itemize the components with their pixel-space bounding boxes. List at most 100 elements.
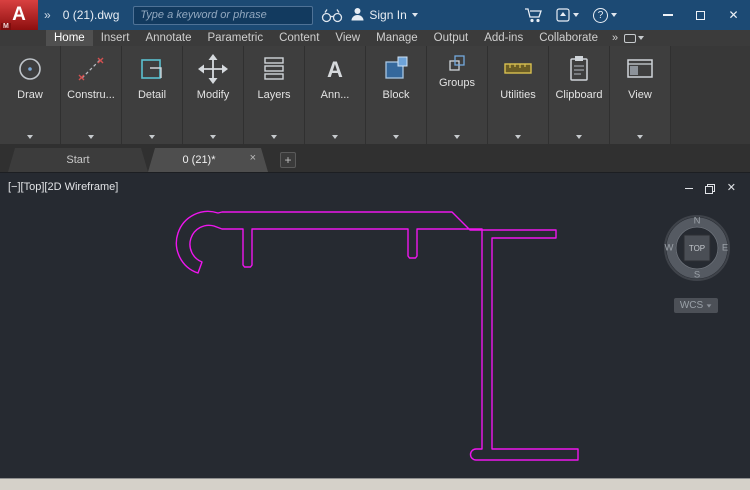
tab-manage[interactable]: Manage (368, 30, 426, 46)
ribbon-panel-draw: Draw (0, 46, 61, 144)
close-button[interactable]: ✕ (717, 0, 750, 30)
tab-collaborate[interactable]: Collaborate (531, 30, 606, 46)
tab-content[interactable]: Content (271, 30, 327, 46)
ribbon-tab-bar: Home Insert Annotate Parametric Content … (0, 30, 750, 46)
annotation-panel-flyout[interactable] (305, 129, 365, 144)
search-binoculars-icon[interactable] (321, 8, 343, 23)
chevron-down-icon (576, 134, 582, 139)
minimize-button[interactable] (651, 0, 684, 30)
ribbon-display-toggle[interactable] (624, 33, 645, 43)
chevron-down-icon (88, 134, 94, 139)
wcs-label: WCS (679, 300, 704, 311)
file-tab-current[interactable]: 0 (21)* × (148, 148, 268, 172)
viewcube-top-label[interactable]: TOP (689, 244, 705, 253)
ribbon-empty-space (671, 46, 750, 144)
drawing-viewport (175, 210, 579, 461)
annotation-panel-label: Ann... (320, 89, 350, 101)
app-menu-button[interactable]: A M (0, 0, 38, 30)
clipboard-panel-button[interactable]: Clipboard (549, 46, 609, 129)
exchange-apps-button[interactable] (556, 8, 579, 22)
help-button[interactable]: ? (593, 7, 617, 23)
sign-in-button[interactable]: Sign In (351, 7, 418, 24)
viewcube-north[interactable]: N (694, 216, 701, 227)
tab-home[interactable]: Home (46, 30, 93, 46)
tab-parametric[interactable]: Parametric (200, 30, 272, 46)
viewport-close-button[interactable]: ✕ (727, 183, 736, 194)
clipboard-panel-flyout[interactable] (549, 129, 609, 144)
ribbon-panel-annotation: A Ann... (305, 46, 366, 144)
ribbon-panel-view: View (610, 46, 671, 144)
detail-panel-button[interactable]: Detail (122, 46, 182, 129)
viewport-menu-control[interactable]: [−] (8, 181, 21, 193)
ribbon-tabs-overflow-button[interactable]: » (612, 32, 618, 44)
viewcube-south[interactable]: S (694, 270, 700, 281)
autocad-window: A M » 0 (21).dwg Sign In (0, 0, 750, 490)
layers-icon (257, 52, 291, 86)
tab-output[interactable]: Output (426, 30, 477, 46)
viewport-restore-icon (704, 183, 715, 194)
layers-panel-button[interactable]: Layers (244, 46, 304, 129)
bottom-scrollbar-area[interactable] (0, 478, 750, 490)
annotation-panel-button[interactable]: A Ann... (305, 46, 365, 129)
app-logo-m-badge: M (1, 23, 11, 30)
quick-access-overflow-button[interactable]: » (44, 8, 51, 22)
block-icon (379, 52, 413, 86)
file-tab-start[interactable]: Start (8, 148, 148, 172)
minimize-icon (662, 14, 673, 16)
layers-panel-flyout[interactable] (244, 129, 304, 144)
viewcube[interactable]: N W E S TOP (657, 206, 737, 292)
close-tab-icon[interactable]: × (250, 152, 256, 164)
draw-panel-flyout[interactable] (0, 129, 60, 144)
construction-panel-button[interactable]: Constru... (61, 46, 121, 129)
maximize-button[interactable] (684, 0, 717, 30)
chevron-down-icon (27, 134, 33, 139)
clipboard-icon (562, 52, 596, 86)
modify-panel-button[interactable]: Modify (183, 46, 243, 129)
draw-panel-button[interactable]: Draw (0, 46, 60, 129)
layers-panel-label: Layers (257, 89, 291, 101)
viewport-view-control[interactable]: [Top] (21, 181, 45, 193)
ribbon-panel-detail: Detail (122, 46, 183, 144)
construction-panel-flyout[interactable] (61, 129, 121, 144)
chevron-down-icon (149, 134, 155, 139)
viewport-visual-style-control[interactable]: [2D Wireframe] (44, 181, 118, 193)
exchange-apps-caret-icon (573, 13, 579, 17)
tab-view[interactable]: View (327, 30, 368, 46)
cart-icon[interactable] (524, 7, 544, 23)
new-drawing-tab-button[interactable]: + (280, 152, 296, 168)
viewport-window-buttons: ✕ (684, 183, 736, 194)
detail-panel-flyout[interactable] (122, 129, 182, 144)
draw-icon (13, 52, 47, 86)
document-title: 0 (21).dwg (62, 8, 120, 22)
sign-in-label: Sign In (369, 8, 407, 22)
user-icon (351, 7, 364, 24)
viewport-minimize-icon (684, 187, 693, 190)
search-input[interactable] (140, 9, 307, 21)
viewport-minimize-button[interactable] (684, 187, 693, 190)
ribbon-panel-clipboard: Clipboard (549, 46, 610, 144)
block-panel-flyout[interactable] (366, 129, 426, 144)
viewcube-west[interactable]: W (665, 243, 674, 254)
ribbon-panel-construction: Constru... (61, 46, 122, 144)
view-panel-button[interactable]: View (610, 46, 670, 129)
view-panel-flyout[interactable] (610, 129, 670, 144)
viewport-restore-button[interactable] (704, 183, 715, 194)
measure-ruler-icon (501, 52, 535, 86)
file-tab-current-label: 0 (21)* (182, 154, 216, 166)
ribbon-panel-modify: Modify (183, 46, 244, 144)
viewcube-east[interactable]: E (722, 243, 728, 254)
tab-annotate[interactable]: Annotate (137, 30, 199, 46)
groups-panel-button[interactable]: Groups (427, 46, 487, 129)
utilities-panel-button[interactable]: Utilities (488, 46, 548, 129)
tab-insert[interactable]: Insert (93, 30, 138, 46)
profile-polyline[interactable] (175, 210, 579, 461)
block-panel-button[interactable]: Block (366, 46, 426, 129)
groups-panel-flyout[interactable] (427, 129, 487, 144)
wcs-dropdown[interactable]: WCS (674, 298, 718, 313)
model-space-canvas[interactable]: [−] [Top] [2D Wireframe] ✕ N W E S TOP W… (0, 172, 750, 478)
modify-panel-flyout[interactable] (183, 129, 243, 144)
tab-add-ins[interactable]: Add-ins (476, 30, 531, 46)
detail-icon (135, 52, 169, 86)
chevron-down-icon (271, 134, 277, 139)
utilities-panel-flyout[interactable] (488, 129, 548, 144)
